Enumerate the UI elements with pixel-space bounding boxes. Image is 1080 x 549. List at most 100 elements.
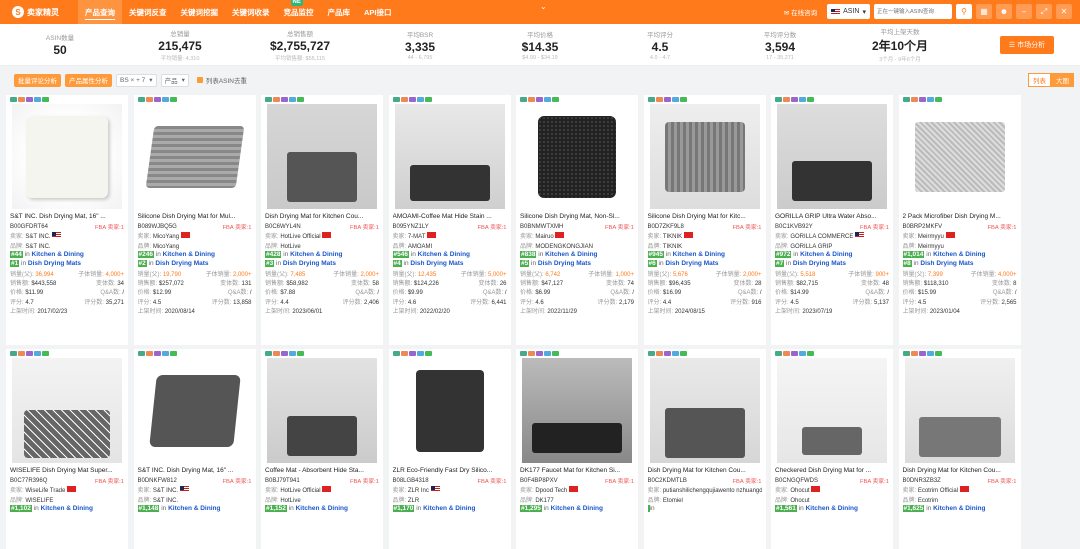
product-image[interactable] [267, 358, 377, 463]
asin-value[interactable]: B0BNMWTXMH [520, 224, 563, 230]
brand-name[interactable]: MicoYang [153, 244, 179, 250]
seller-name[interactable]: WiseLife Trade [25, 488, 65, 494]
product-card[interactable]: Dish Drying Mat for Kitchen Cou... B0C2K… [643, 349, 766, 549]
asin-value[interactable]: B0DNKFW812 [138, 478, 177, 484]
batch-review-analysis-button[interactable]: 批量评论分析 [14, 73, 61, 87]
product-title[interactable]: Coffee Mat - Absorbent Hide Sta... [265, 467, 379, 474]
product-title[interactable]: S&T INC. Dish Drying Mat, 16" ... [138, 467, 252, 474]
maximize-icon[interactable]: ⤢ [1036, 4, 1052, 19]
market-analysis-button[interactable]: ☰ 市场分析 [1000, 36, 1054, 54]
seller-name[interactable]: Ohocut [790, 488, 809, 494]
product-image[interactable] [12, 358, 122, 463]
category-link[interactable]: Kitchen & Dining [32, 251, 84, 258]
brand-name[interactable]: S&T INC. [153, 498, 178, 504]
category-link[interactable]: Kitchen & Dining [418, 251, 470, 258]
product-title[interactable]: Silicone Dish Drying Mat for Mul... [138, 213, 252, 220]
brand-name[interactable]: Ohocut [790, 498, 809, 504]
seller-name[interactable]: ZLR Inc [408, 488, 429, 494]
seller-name[interactable]: MicoYang [153, 234, 179, 240]
brand-name[interactable]: AMOAMI [408, 244, 432, 250]
product-image[interactable] [904, 104, 1015, 209]
asin-value[interactable]: B0D7ZKF9L8 [648, 224, 684, 230]
brand-name[interactable]: HotLive [280, 498, 300, 504]
category-link[interactable]: Kitchen & Dining [163, 251, 215, 258]
asin-value[interactable]: B0BJ79T941 [265, 478, 300, 484]
product-image[interactable] [12, 104, 122, 209]
asin-value[interactable]: B0CNGQFWDS [775, 478, 818, 484]
category-link[interactable]: Kitchen & Dining [41, 505, 93, 512]
asin-value[interactable]: B0F4BP8PXV [520, 478, 558, 484]
brand-name[interactable]: S&T INC. [25, 244, 50, 250]
product-title[interactable]: Dish Drying Mat for Kitchen Cou... [648, 467, 762, 474]
category-link[interactable]: Kitchen & Dining [290, 251, 342, 258]
seller-name[interactable]: HotLive Official [280, 488, 320, 494]
minimize-icon[interactable]: – [1016, 4, 1032, 19]
seller-name[interactable]: HotLive Official [280, 234, 320, 240]
product-title[interactable]: ZLR Eco-Friendly Fast Dry Silico... [393, 467, 507, 474]
nav-api[interactable]: API接口 [357, 0, 399, 24]
product-card[interactable]: ZLR Eco-Friendly Fast Dry Silico... B08L… [388, 349, 511, 549]
product-title[interactable]: Dish Drying Mat for Kitchen Cou... [265, 213, 379, 220]
dedupe-asin-checkbox[interactable]: 列表ASIN去重 [196, 75, 247, 85]
product-image[interactable] [649, 358, 760, 463]
grid-tool-icon[interactable]: ▦ [976, 4, 992, 19]
product-card[interactable]: GORILLA GRIP Ultra Water Abso... B0C1KVB… [771, 95, 893, 345]
category-link[interactable]: Kitchen & Dining [423, 505, 475, 512]
subcategory-link[interactable]: Dish Drying Mats [410, 260, 463, 267]
seller-name[interactable]: S&T INC. [25, 234, 50, 240]
asin-value[interactable]: B08LGB4318 [393, 478, 429, 484]
asin-value[interactable]: B0BRP2MKFV [903, 224, 943, 230]
list-view-button[interactable]: 列表 [1028, 73, 1051, 87]
product-title[interactable]: AMOAMI-Coffee Mat Hide Stain ... [393, 213, 507, 220]
category-link[interactable]: Kitchen & Dining [933, 505, 985, 512]
product-card[interactable]: WISELIFE Dish Drying Mat Super... B0C77R… [6, 349, 128, 549]
product-card[interactable]: Silicone Dish Drying Mat for Mul... B089… [133, 95, 256, 345]
product-card[interactable]: DK177 Faucet Mat for Kitchen Si... B0F4B… [516, 349, 638, 549]
product-image[interactable] [394, 104, 505, 209]
product-image[interactable] [522, 358, 632, 463]
asin-value[interactable]: B0C2KDMTLB [648, 478, 687, 484]
logo[interactable]: S 卖家精灵 [12, 6, 72, 18]
subcategory-link[interactable]: Dish Drying Mats [665, 260, 718, 267]
subcategory-link[interactable]: Dish Drying Mats [155, 260, 208, 267]
product-title[interactable]: Silicone Dish Drying Mat for Kitc... [648, 213, 762, 220]
product-title[interactable]: S&T INC. Dish Drying Mat, 16" ... [10, 213, 124, 220]
seller-name[interactable]: Meirmyyu [918, 234, 944, 240]
product-title[interactable]: WISELIFE Dish Drying Mat Super... [10, 467, 124, 474]
brand-name[interactable]: HotLive [280, 244, 300, 250]
product-title[interactable]: Checkered Dish Drying Mat for ... [775, 467, 889, 474]
brand-name[interactable]: Ecotrim [918, 498, 938, 504]
product-title[interactable]: Silicone Dish Drying Mat, Non-Sl... [520, 213, 634, 220]
search-icon[interactable]: ⚲ [956, 4, 972, 19]
brand-name[interactable]: WISELIFE [25, 498, 53, 504]
seller-name[interactable]: S&T INC. [153, 488, 178, 494]
product-image[interactable] [522, 104, 632, 209]
seller-name[interactable]: Ecotrim Official [918, 488, 958, 494]
product-card[interactable]: Dish Drying Mat for Kitchen Cou... B0C6W… [261, 95, 383, 345]
seller-name[interactable]: GORILLA COMMERCE [790, 234, 853, 240]
nav-product-library[interactable]: 产品库 [321, 0, 358, 24]
category-link[interactable]: Kitchen & Dining [673, 251, 725, 258]
product-image[interactable] [139, 104, 250, 209]
collapse-chevron-icon[interactable]: ⌄ [540, 2, 547, 11]
asin-value[interactable]: B00GFDRT64 [10, 224, 48, 230]
product-card[interactable]: 2 Pack Microfiber Dish Drying M... B0BRP… [898, 95, 1021, 345]
brand-name[interactable]: ZLR [408, 498, 419, 504]
seller-name[interactable]: putianshilichengqujiawento nzhuangdian [663, 488, 762, 494]
brand-name[interactable]: Meirmyyu [918, 244, 944, 250]
subcategory-link[interactable]: Dish Drying Mats [538, 260, 591, 267]
product-card[interactable]: Dish Drying Mat for Kitchen Cou... B0DNR… [898, 349, 1021, 549]
grid-view-button[interactable]: 大图 [1051, 73, 1074, 87]
seller-name[interactable]: Mairuo [535, 234, 553, 240]
category-link[interactable]: Kitchen & Dining [168, 505, 220, 512]
marketplace-filter-select[interactable]: BS × + 7 ▾ [116, 73, 157, 87]
product-attribute-analysis-button[interactable]: 产品属性分析 [65, 73, 112, 87]
marketplace-select[interactable]: ASIN ▾ [827, 4, 870, 19]
product-card[interactable]: Silicone Dish Drying Mat for Kitc... B0D… [643, 95, 766, 345]
category-link[interactable]: Kitchen & Dining [800, 251, 852, 258]
subcategory-link[interactable]: Dish Drying Mats [920, 260, 973, 267]
brand-name[interactable]: TIKNIK [663, 244, 682, 250]
subcategory-link[interactable]: Dish Drying Mats [283, 260, 336, 267]
product-image[interactable] [777, 104, 887, 209]
category-link[interactable]: Kitchen & Dining [806, 505, 858, 512]
